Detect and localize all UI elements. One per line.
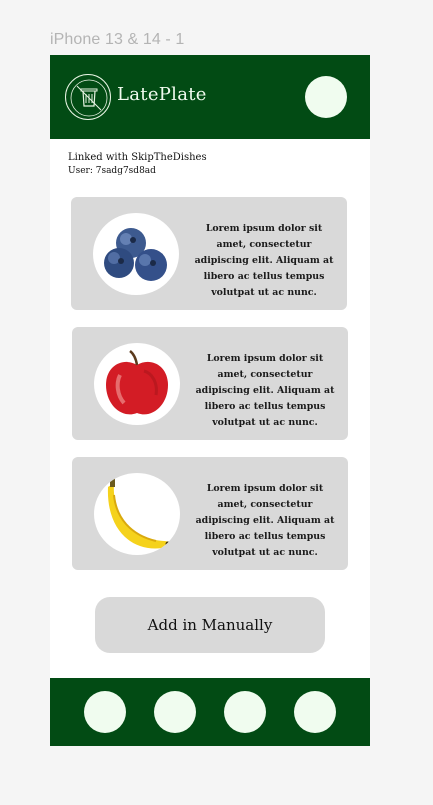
app-name: LatePlate [117,84,207,105]
food-item-card[interactable]: Lorem ipsum dolor sit amet, consectetur … [71,197,347,310]
food-item-card[interactable]: Lorem ipsum dolor sit amet, consectetur … [72,457,348,570]
item-description: Lorem ipsum dolor sit amet, consectetur … [194,223,334,298]
user-id-text: User: 7sadg7sd8ad [68,166,156,176]
add-manually-button[interactable]: Add in Manually [95,597,325,653]
nav-item[interactable] [84,691,126,733]
item-description: Lorem ipsum dolor sit amet, consectetur … [195,483,335,558]
nav-item[interactable] [154,691,196,733]
blueberries-image [93,213,179,295]
food-item-card[interactable]: Lorem ipsum dolor sit amet, consectetur … [72,327,348,440]
trash-bin-logo-icon[interactable] [65,74,111,120]
nav-item[interactable] [294,691,336,733]
banana-image [94,473,180,555]
profile-avatar[interactable] [305,76,347,118]
phone-frame: LatePlate Linked with SkipTheDishes User… [50,55,370,746]
app-header: LatePlate [50,55,370,139]
linked-account-text: Linked with SkipTheDishes [68,152,207,163]
frame-label: iPhone 13 & 14 - 1 [50,31,185,48]
bottom-nav [50,678,370,746]
apple-image [94,343,180,425]
item-description: Lorem ipsum dolor sit amet, consectetur … [195,353,335,428]
nav-item[interactable] [224,691,266,733]
